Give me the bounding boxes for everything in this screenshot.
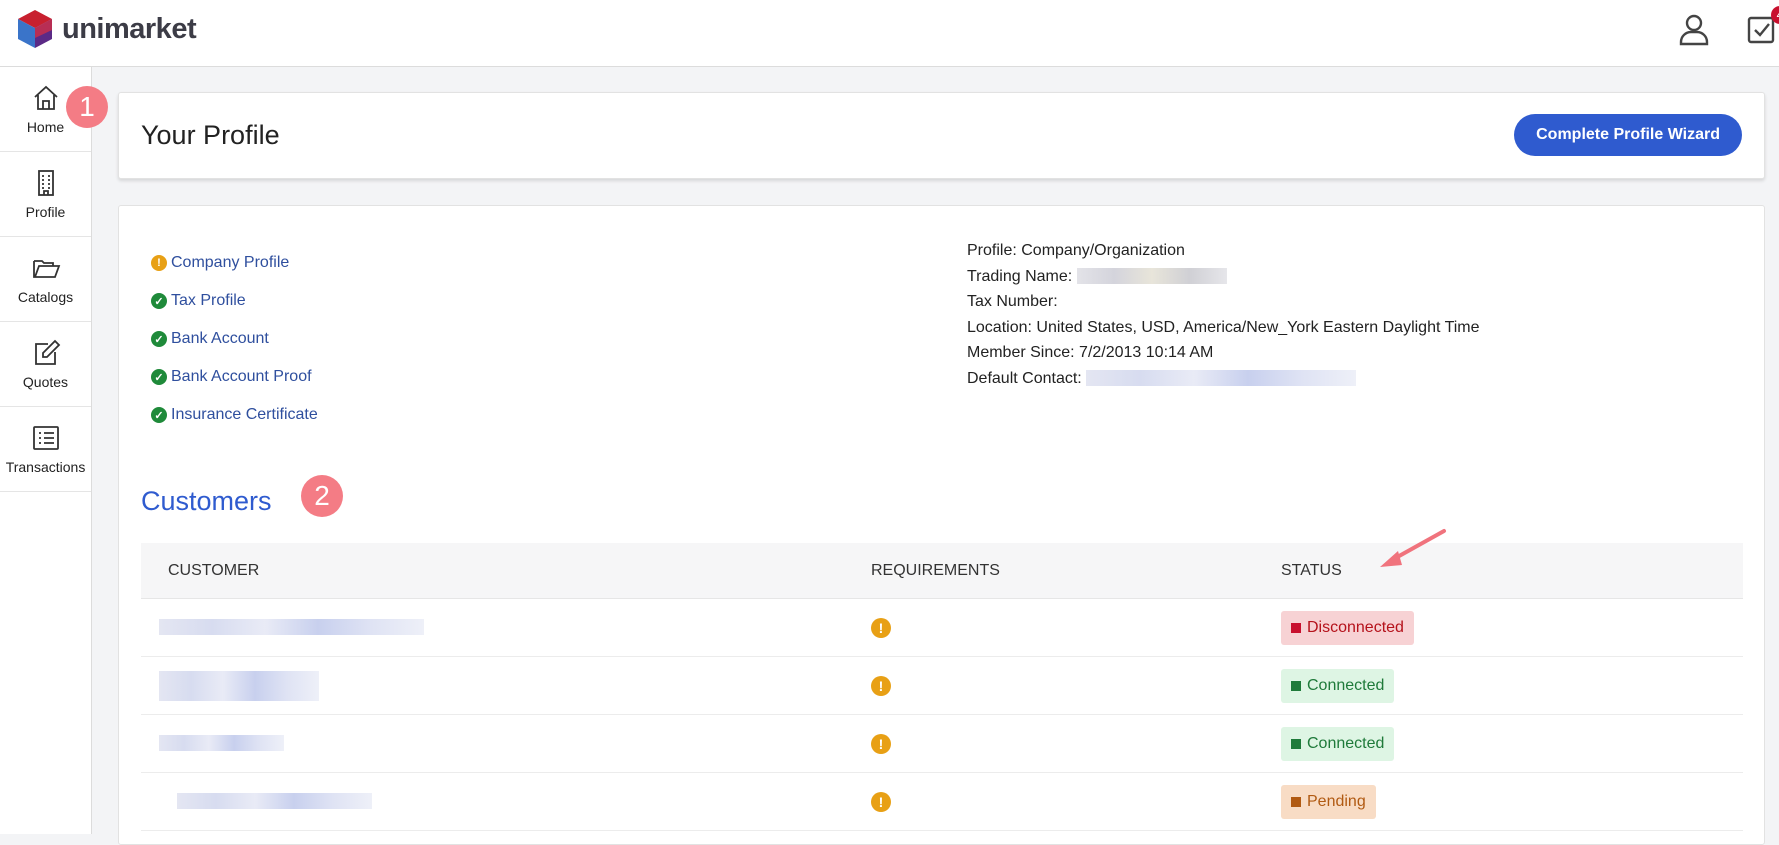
- app-name: unimarket: [62, 12, 197, 45]
- requirement-insurance-certificate[interactable]: ✓ Insurance Certificate: [151, 396, 318, 434]
- folder-icon: [32, 260, 60, 278]
- list-icon: [32, 426, 59, 450]
- redacted-customer-name: [159, 735, 284, 752]
- trading-name-row: Trading Name:: [967, 264, 1480, 290]
- sidebar-item-label: Quotes: [22, 374, 69, 390]
- requirement-link[interactable]: Tax Profile: [171, 292, 246, 310]
- check-circle-icon: ✓: [151, 369, 167, 385]
- status-badge[interactable]: Connected: [1281, 668, 1395, 703]
- status-label: Disconnected: [1307, 618, 1404, 636]
- warning-icon: !: [871, 791, 891, 812]
- annotation-marker-2: 2: [301, 475, 343, 517]
- requirements-list: ! Company Profile ✓ Tax Profile ✓ Bank A…: [151, 244, 318, 434]
- status-badge[interactable]: Disconnected: [1281, 610, 1414, 645]
- column-header-requirements: REQUIREMENTS: [871, 561, 1000, 579]
- profile-type: Profile: Company/Organization: [967, 242, 1185, 259]
- sidebar: Home Profile Catalogs Quotes Transaction…: [0, 67, 92, 834]
- customer-cell[interactable]: [141, 619, 871, 637]
- requirements-cell: !: [871, 617, 1281, 638]
- requirement-link[interactable]: Bank Account: [171, 330, 269, 348]
- home-icon: [33, 85, 58, 110]
- sidebar-item-label: Catalogs: [17, 289, 74, 305]
- redacted-customer-name: [159, 670, 319, 701]
- annotation-marker-1: 1: [66, 86, 108, 128]
- sidebar-item-profile[interactable]: Profile: [0, 152, 91, 237]
- location: Location: United States, USD, America/Ne…: [967, 318, 1480, 336]
- tasks-checkbox-icon[interactable]: 4: [1745, 6, 1779, 48]
- page-title: Your Profile: [141, 120, 280, 150]
- customer-cell[interactable]: [141, 670, 871, 701]
- status-cell: Connected: [1281, 668, 1743, 703]
- table-row[interactable]: ! Connected: [141, 715, 1743, 773]
- status-cell: Disconnected: [1281, 610, 1743, 645]
- status-label: Connected: [1307, 734, 1385, 752]
- requirement-link[interactable]: Company Profile: [171, 254, 289, 272]
- table-row[interactable]: ! Pending: [141, 773, 1743, 831]
- requirement-link[interactable]: Insurance Certificate: [171, 406, 318, 424]
- trading-name-label: Trading Name:: [967, 267, 1073, 285]
- status-badge[interactable]: Connected: [1281, 726, 1395, 761]
- default-contact-label: Default Contact:: [967, 369, 1082, 387]
- status-square-icon: [1291, 796, 1301, 807]
- redacted-customer-name: [159, 619, 424, 636]
- status-label: Connected: [1307, 676, 1385, 694]
- requirements-cell: !: [871, 675, 1281, 696]
- top-bar: unimarket 4: [0, 0, 1779, 67]
- check-circle-icon: ✓: [151, 407, 167, 423]
- requirement-tax-profile[interactable]: ✓ Tax Profile: [151, 282, 318, 320]
- redacted-trading-name: [1076, 268, 1227, 285]
- sidebar-item-transactions[interactable]: Transactions: [0, 407, 91, 492]
- table-row[interactable]: ! Disconnected: [141, 599, 1743, 657]
- status-label: Pending: [1307, 792, 1366, 810]
- status-square-icon: [1291, 622, 1301, 633]
- redacted-default-contact: [1086, 370, 1357, 387]
- requirement-company-profile[interactable]: ! Company Profile: [151, 244, 318, 282]
- customers-heading: Customers: [141, 486, 272, 516]
- tax-number-label: Tax Number:: [967, 293, 1058, 310]
- unimarket-logo-icon: [18, 10, 52, 48]
- requirements-cell: !: [871, 791, 1281, 812]
- table-row[interactable]: ! Connected: [141, 657, 1743, 715]
- annotation-arrow-icon: [1380, 529, 1446, 567]
- profile-details-card: ! Company Profile ✓ Tax Profile ✓ Bank A…: [118, 205, 1765, 845]
- warning-icon: !: [151, 255, 167, 271]
- warning-icon: !: [871, 617, 891, 638]
- requirement-link[interactable]: Bank Account Proof: [171, 368, 312, 386]
- user-account-icon[interactable]: [1676, 12, 1712, 48]
- sidebar-item-catalogs[interactable]: Catalogs: [0, 237, 91, 322]
- column-header-customer: CUSTOMER: [168, 561, 260, 579]
- logo[interactable]: unimarket: [18, 10, 197, 48]
- status-square-icon: [1291, 680, 1301, 691]
- requirement-bank-account-proof[interactable]: ✓ Bank Account Proof: [151, 358, 318, 396]
- warning-icon: !: [871, 733, 891, 754]
- requirement-bank-account[interactable]: ✓ Bank Account: [151, 320, 318, 358]
- sidebar-item-label: Home: [26, 119, 65, 135]
- check-circle-icon: ✓: [151, 331, 167, 347]
- warning-icon: !: [871, 675, 891, 696]
- customers-table: CUSTOMER REQUIREMENTS STATUS ! Disconnec…: [141, 543, 1743, 831]
- customer-cell[interactable]: [141, 793, 871, 811]
- status-cell: Connected: [1281, 726, 1743, 761]
- status-square-icon: [1291, 738, 1301, 749]
- requirements-cell: !: [871, 733, 1281, 754]
- edit-icon: [34, 339, 60, 365]
- sidebar-item-label: Transactions: [5, 459, 86, 475]
- profile-info: Profile: Company/Organization Trading Na…: [967, 238, 1480, 391]
- profile-header-card: Your Profile Complete Profile Wizard: [118, 92, 1765, 179]
- building-icon: [37, 170, 54, 196]
- complete-profile-wizard-button[interactable]: Complete Profile Wizard: [1514, 114, 1742, 156]
- table-header: CUSTOMER REQUIREMENTS STATUS: [141, 543, 1743, 599]
- member-since: Member Since: 7/2/2013 10:14 AM: [967, 344, 1214, 361]
- sidebar-item-quotes[interactable]: Quotes: [0, 322, 91, 407]
- customer-cell[interactable]: [141, 735, 871, 753]
- status-cell: Pending: [1281, 784, 1743, 819]
- redacted-customer-name: [177, 793, 372, 810]
- check-circle-icon: ✓: [151, 293, 167, 309]
- sidebar-item-label: Profile: [25, 204, 66, 220]
- column-header-status: STATUS: [1281, 561, 1342, 579]
- default-contact-row: Default Contact:: [967, 366, 1480, 392]
- status-badge[interactable]: Pending: [1281, 784, 1376, 819]
